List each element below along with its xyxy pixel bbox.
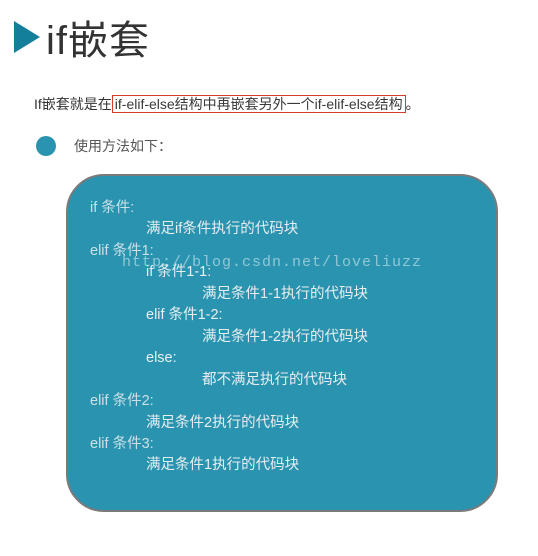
code-line: if 条件: [90,198,482,219]
code-line: 满足if条件执行的代码块 [90,219,482,240]
code-line: elif 条件2: [90,391,482,412]
code-box: http://blog.csdn.net/loveliuzz if 条件:满足i… [66,174,498,512]
play-triangle-icon [14,21,40,53]
bullet-circle-icon [36,136,56,156]
code-line: elif 条件1-2: [90,305,482,326]
code-line: 满足条件1执行的代码块 [90,455,482,476]
page-title: if嵌套 [46,8,150,66]
code-line: if 条件1-1: [90,262,482,283]
description-suffix: 。 [406,96,420,112]
code-line: elif 条件1: [90,241,482,262]
usage-row: 使用方法如下： [36,136,538,156]
description-highlight: if-elif-else结构中再嵌套另外一个if-elif-else结构 [112,95,406,113]
code-line: 都不满足执行的代码块 [90,370,482,391]
description-prefix: If嵌套就是在 [34,96,112,112]
code-line: 满足条件2执行的代码块 [90,413,482,434]
title-row: if嵌套 [0,0,538,66]
code-line: elif 条件3: [90,434,482,455]
usage-label: 使用方法如下： [74,136,172,156]
code-line: 满足条件1-1执行的代码块 [90,284,482,305]
code-line: else: [90,348,482,369]
description: If嵌套就是在if-elif-else结构中再嵌套另外一个if-elif-els… [34,94,538,114]
code-lines: if 条件:满足if条件执行的代码块elif 条件1:if 条件1-1:满足条件… [90,198,482,477]
code-line: 满足条件1-2执行的代码块 [90,327,482,348]
